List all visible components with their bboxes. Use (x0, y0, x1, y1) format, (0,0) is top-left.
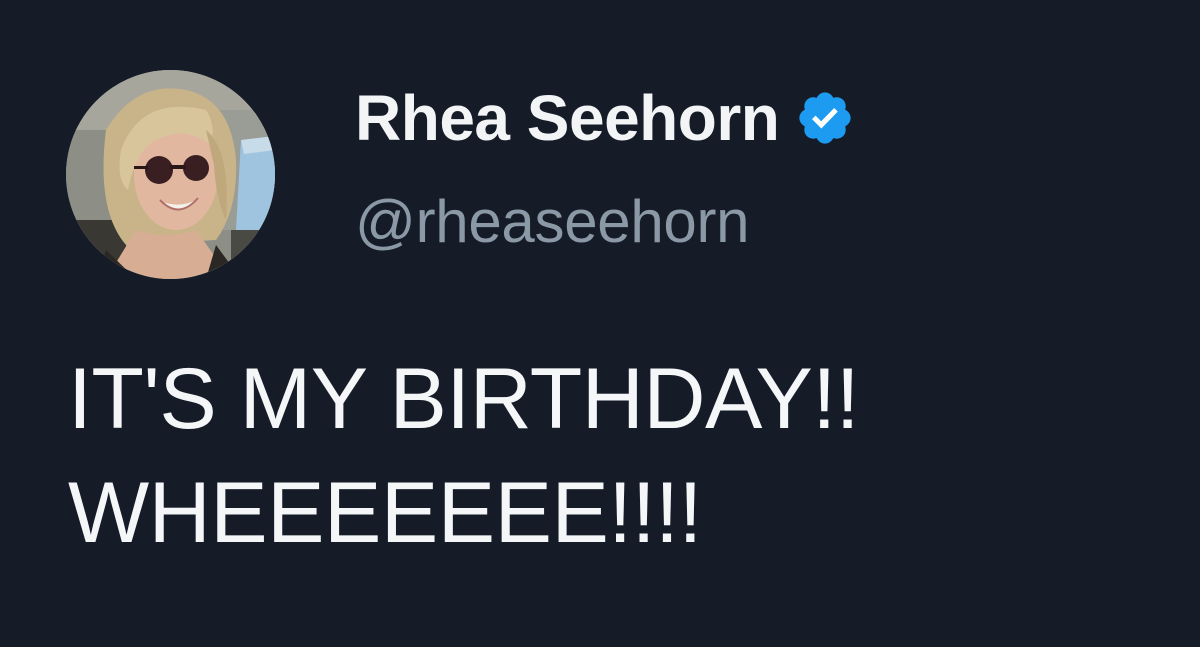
author-display-name[interactable]: Rhea Seehorn (355, 78, 780, 158)
tweet-text-line: WHEEEEEEE!!!! (68, 465, 702, 561)
profile-photo-icon (66, 70, 275, 279)
tweet-text-line: IT'S MY BIRTHDAY!! (68, 351, 860, 447)
author-handle[interactable]: @rheaseehorn (355, 186, 750, 258)
tweet-text: IT'S MY BIRTHDAY!! WHEEEEEEE!!!! (68, 342, 860, 570)
verified-badge-icon (795, 88, 855, 148)
tweet-card: Rhea Seehorn @rheaseehorn IT'S MY BIRTHD… (0, 0, 1200, 647)
avatar[interactable] (66, 70, 275, 279)
author-name-row: Rhea Seehorn (355, 78, 855, 158)
